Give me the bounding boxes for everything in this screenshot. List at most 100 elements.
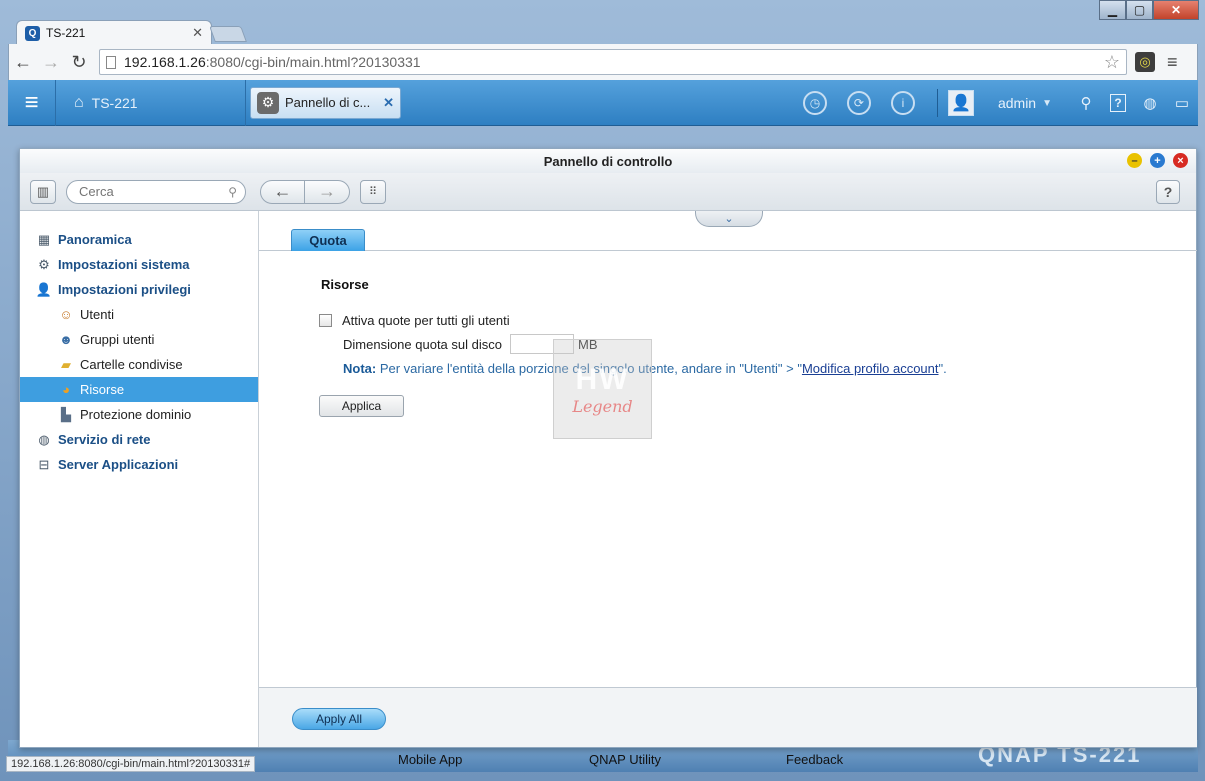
forward-arrow-icon[interactable]: → — [37, 52, 65, 73]
device-name: TS-221 — [91, 94, 138, 111]
status-bar-url: 192.168.1.26:8080/cgi-bin/main.html?2013… — [6, 756, 256, 772]
window-toolbar: ▥ ⚲ ← → ⠿ ? — [20, 173, 1196, 211]
apply-button[interactable]: Applica — [319, 395, 404, 417]
search-icon[interactable]: ⚲ — [228, 185, 237, 199]
close-window-button[interactable]: ✕ — [1153, 0, 1199, 20]
sidebar-item-label: Gruppi utenti — [80, 332, 155, 347]
address-bar[interactable]: 192.168.1.26:8080/cgi-bin/main.html?2013… — [99, 49, 1127, 75]
enable-quota-row: Attiva quote per tutti gli utenti — [319, 313, 947, 328]
browser-tab[interactable]: Q TS-221 ✕ — [16, 20, 212, 45]
desktop-item-mobile-app[interactable]: Mobile App — [398, 752, 462, 767]
sidebar-item-cartelle-condivise[interactable]: ▰ Cartelle condivise — [20, 352, 258, 377]
forward-button[interactable]: → — [305, 179, 350, 204]
desktop-item-feedback[interactable]: Feedback — [786, 752, 843, 767]
language-globe-icon[interactable]: ◍ — [1134, 94, 1166, 112]
external-devices-icon[interactable]: ⟳ — [846, 91, 871, 115]
window-body: ▦ Panoramica ⚙ Impostazioni sistema 👤 Im… — [20, 211, 1197, 747]
toolbar-separator — [936, 89, 938, 117]
app-grid-button[interactable]: ⠿ — [360, 179, 386, 204]
sidebar-item-label: Protezione dominio — [80, 407, 192, 422]
window-buttons: – + × — [1127, 153, 1188, 168]
search-box[interactable]: ⚲ — [66, 179, 246, 204]
reload-icon[interactable]: ↻ — [65, 52, 93, 73]
home-button[interactable]: ⌂ TS-221 — [56, 79, 246, 126]
overview-icon: ▦ — [37, 231, 51, 247]
back-arrow-icon[interactable]: ← — [9, 52, 37, 73]
background-tasks-icon[interactable]: ◷ — [802, 91, 827, 115]
sidebar-item-label: Impostazioni privilegi — [58, 282, 191, 297]
app-tab-label: Pannello di c... — [285, 95, 371, 110]
sidebar-item-servizio-di-rete[interactable]: ◍ Servizio di rete — [20, 427, 258, 452]
watermark-logo: HW Legend — [553, 339, 652, 439]
page-icon — [106, 55, 116, 69]
minimize-button[interactable]: ▁ — [1099, 0, 1126, 20]
group-icon: ☻ — [59, 332, 73, 347]
watermark-line1: HW — [575, 362, 630, 396]
sidebar-item-risorse[interactable]: ◕ Risorse — [20, 377, 258, 402]
sidebar-item-server-applicazioni[interactable]: ⊟ Server Applicazioni — [20, 452, 258, 477]
note-prefix: Nota: — [343, 361, 377, 376]
toggle-sidebar-button[interactable]: ▥ — [30, 179, 56, 204]
server-icon: ⊟ — [38, 456, 50, 472]
section-title: Risorse — [321, 277, 369, 292]
enable-quota-checkbox[interactable] — [319, 314, 332, 327]
quota-size-label: Dimensione quota sul disco — [343, 336, 502, 352]
minimize-window-icon[interactable]: – — [1127, 153, 1142, 168]
sidebar-item-gruppi-utenti[interactable]: ☻ Gruppi utenti — [20, 327, 258, 352]
search-input[interactable] — [79, 184, 229, 199]
sidebar: ▦ Panoramica ⚙ Impostazioni sistema 👤 Im… — [20, 211, 259, 747]
tab-quota[interactable]: Quota — [291, 229, 365, 251]
user-icon: 👤 — [35, 281, 53, 297]
desktop-item-qnap-utility[interactable]: QNAP Utility — [589, 752, 661, 767]
control-panel-window: Pannello di controllo – + × ▥ ⚲ ← → ⠿ ? … — [19, 148, 1197, 748]
event-notification-icon[interactable]: i — [890, 91, 915, 115]
gear-icon: ⚙ — [38, 256, 50, 272]
search-icon[interactable]: ⚲ — [1070, 94, 1102, 112]
sidebar-item-panoramica[interactable]: ▦ Panoramica — [20, 227, 258, 252]
enable-quota-label: Attiva quote per tutti gli utenti — [342, 313, 510, 328]
browser-tab-title: TS-221 — [46, 26, 86, 40]
close-tab-icon[interactable]: ✕ — [192, 25, 203, 41]
url-text: 192.168.1.26:8080/cgi-bin/main.html?2013… — [124, 54, 1096, 70]
close-window-icon[interactable]: × — [1173, 153, 1188, 168]
window-footer: Apply All — [259, 687, 1197, 747]
extension-icon[interactable]: ◎ — [1135, 52, 1155, 72]
note-suffix: ". — [938, 361, 947, 376]
new-tab-button[interactable] — [209, 26, 247, 42]
main-content: ⌄ Quota Risorse Attiva quote per tutti g… — [259, 211, 1197, 747]
sidebar-item-label: Risorse — [80, 382, 125, 397]
network-icon: ◍ — [38, 431, 50, 447]
sidebar-item-label: Panoramica — [58, 232, 132, 247]
qts-top-bar-right: ◷ ⟳ i 👤 admin ▼ ⚲ ? ◍ ▭ — [793, 80, 1198, 126]
maximize-button[interactable]: ▢ — [1126, 0, 1153, 20]
chevron-down-icon[interactable]: ⌄ — [695, 211, 763, 227]
edit-account-profile-link[interactable]: Modifica profilo account — [802, 361, 939, 376]
tab-bar: Quota — [259, 227, 1197, 251]
sidebar-item-utenti[interactable]: ☺ Utenti — [20, 302, 258, 327]
sidebar-item-impostazioni-sistema[interactable]: ⚙ Impostazioni sistema — [20, 252, 258, 277]
apply-all-button[interactable]: Apply All — [292, 708, 386, 730]
app-tab-control-panel[interactable]: ⚙ Pannello di c... ✕ — [250, 86, 401, 119]
desktop-preferences-icon[interactable]: ▭ — [1166, 94, 1198, 112]
qts-top-bar: ≡ ⌂ TS-221 ⚙ Pannello di c... ✕ ◷ ⟳ i 👤 … — [8, 79, 1198, 126]
history-nav: ← → — [260, 179, 350, 204]
sidebar-item-label: Servizio di rete — [58, 432, 151, 447]
user-avatar-icon[interactable]: 👤 — [947, 90, 974, 116]
maximize-window-icon[interactable]: + — [1150, 153, 1165, 168]
browser-menu-icon[interactable]: ≡ — [1167, 52, 1178, 73]
help-icon[interactable]: ? — [1110, 94, 1126, 112]
url-path: :8080/cgi-bin/main.html?20130331 — [205, 54, 421, 70]
sidebar-item-impostazioni-privilegi[interactable]: 👤 Impostazioni privilegi — [20, 277, 258, 302]
user-name[interactable]: admin — [998, 95, 1036, 111]
control-panel-icon: ⚙ — [257, 91, 279, 114]
back-button[interactable]: ← — [260, 179, 305, 204]
window-titlebar: Pannello di controllo – + × — [20, 149, 1196, 173]
help-button[interactable]: ? — [1156, 180, 1180, 204]
close-app-tab-icon[interactable]: ✕ — [383, 95, 394, 111]
bookmark-star-icon[interactable]: ☆ — [1104, 52, 1120, 73]
home-icon: ⌂ — [74, 93, 84, 111]
chevron-down-icon[interactable]: ▼ — [1042, 98, 1052, 109]
sidebar-item-label: Cartelle condivise — [80, 357, 183, 372]
main-menu-icon[interactable]: ≡ — [8, 79, 56, 126]
sidebar-item-protezione-dominio[interactable]: ▙ Protezione dominio — [20, 402, 258, 427]
